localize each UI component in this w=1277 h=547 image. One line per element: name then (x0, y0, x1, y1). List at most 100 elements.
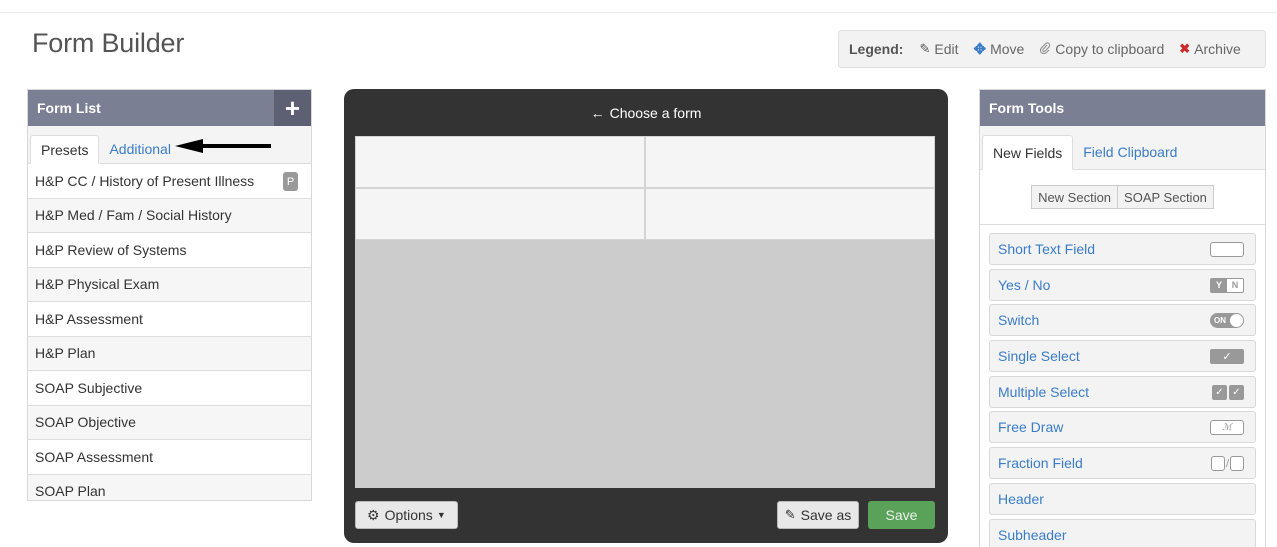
form-preview-area[interactable] (355, 136, 935, 488)
field-label: Subheader (998, 526, 1067, 543)
caret-down-icon: ▼ (436, 510, 446, 520)
page-title: Form Builder (32, 28, 185, 58)
check-glyph: ✓ (1229, 384, 1244, 400)
scribble-glyph: ℳ (1210, 420, 1244, 436)
preview-cell (645, 188, 935, 240)
form-list-item[interactable]: SOAP Assessment (28, 440, 311, 475)
arrow-left-icon: ← (590, 104, 605, 121)
new-section-button[interactable]: New Section (1031, 185, 1119, 209)
legend-edit-label: Edit (934, 41, 959, 57)
form-list-item-label: H&P CC / History of Present Illness (35, 172, 255, 189)
form-list-title: Form List (37, 100, 101, 116)
field-type-list: Short Text Field Yes / No YN Switch ON S… (980, 225, 1265, 547)
multiple-select-icon: ✓ ✓ (1212, 384, 1244, 400)
form-list-item[interactable]: H&P Assessment (28, 302, 311, 337)
add-form-button[interactable]: + (274, 90, 311, 126)
form-list-item[interactable]: H&P Plan (28, 336, 311, 371)
save-button[interactable]: Save (868, 501, 935, 529)
field-single-select[interactable]: Single Select ✓ (989, 340, 1256, 373)
field-switch[interactable]: Switch ON (989, 304, 1256, 337)
text-field-icon (1210, 242, 1244, 257)
section-button-group: New Section SOAP Section (1031, 185, 1214, 209)
legend-item-edit: ✎ Edit (919, 41, 958, 57)
tab-new-fields[interactable]: New Fields (982, 135, 1074, 170)
single-select-icon: ✓ (1210, 349, 1244, 365)
legend-item-copy: Copy to clipboard (1039, 41, 1164, 57)
save-as-label: Save as (800, 507, 852, 523)
yes-glyph: Y (1211, 278, 1227, 292)
legend-archive-label: Archive (1194, 41, 1241, 57)
form-list-item-label: SOAP Subjective (35, 379, 143, 396)
preview-cell (355, 136, 645, 188)
field-multiple-select[interactable]: Multiple Select ✓ ✓ (989, 375, 1256, 408)
field-short-text[interactable]: Short Text Field (989, 233, 1256, 265)
field-label: Fraction Field (998, 455, 1083, 472)
form-list-item-label: H&P Review of Systems (35, 241, 187, 258)
left-arrow-annotation-icon (175, 139, 271, 153)
yes-no-icon: YN (1210, 277, 1244, 293)
canvas-toolbar: ⚙ Options ▼ ✎ Save as Save (355, 501, 935, 529)
form-list-item[interactable]: SOAP Plan (28, 474, 311, 500)
field-yes-no[interactable]: Yes / No YN (989, 268, 1256, 301)
form-list-item[interactable]: SOAP Objective (28, 405, 311, 440)
form-list-item[interactable]: H&P Med / Fam / Social History (28, 198, 311, 233)
preview-cell (355, 188, 645, 240)
switch-icon: ON (1210, 313, 1244, 329)
check-glyph: ✓ (1210, 349, 1244, 365)
field-label: Free Draw (998, 419, 1064, 436)
options-button[interactable]: ⚙ Options ▼ (355, 501, 458, 529)
fraction-icon: / (1210, 456, 1244, 472)
form-list-item-label: H&P Plan (35, 345, 96, 362)
options-label: Options (384, 507, 433, 523)
form-list-item[interactable]: H&P CC / History of Present Illness P (28, 164, 311, 199)
soap-section-button[interactable]: SOAP Section (1118, 185, 1214, 209)
section-buttons-row: New Section SOAP Section (980, 170, 1265, 225)
form-tools-panel: Form Tools New Fields Field Clipboard Ne… (979, 89, 1266, 547)
field-free-draw[interactable]: Free Draw ℳ (989, 411, 1256, 444)
form-list-item-label: SOAP Assessment (35, 448, 154, 465)
form-canvas: ← Choose a form ⚙ Options ▼ ✎ Save as Sa… (344, 89, 948, 543)
form-list-item-label: SOAP Objective (35, 414, 136, 431)
legend-copy-label: Copy to clipboard (1055, 41, 1165, 57)
tab-additional[interactable]: Additional (99, 134, 181, 163)
form-list-item-label: H&P Med / Fam / Social History (35, 207, 232, 224)
preset-badge: P (283, 172, 298, 191)
pencil-icon: ✎ (784, 507, 796, 522)
form-tools-title: Form Tools (989, 100, 1065, 116)
tab-presets[interactable]: Presets (30, 135, 100, 164)
field-fraction[interactable]: Fraction Field / (989, 447, 1256, 480)
no-glyph: N (1227, 278, 1243, 292)
legend-item-archive: ✖ Archive (1179, 41, 1241, 57)
form-list-tabs: Presets Additional (28, 126, 311, 164)
form-list-item-label: SOAP Plan (35, 483, 106, 500)
check-glyph: ✓ (1212, 384, 1227, 400)
field-label: Header (998, 490, 1044, 507)
tab-field-clipboard[interactable]: Field Clipboard (1073, 134, 1187, 169)
field-label: Multiple Select (998, 383, 1090, 400)
form-list-item[interactable]: H&P Physical Exam (28, 267, 311, 302)
field-header[interactable]: Header (989, 482, 1256, 515)
form-list-item-label: H&P Physical Exam (35, 276, 160, 293)
gear-icon: ⚙ (367, 506, 380, 523)
legend-item-move: ✥ Move (973, 40, 1024, 58)
form-list-item[interactable]: SOAP Subjective (28, 371, 311, 406)
form-tools-header: Form Tools (980, 90, 1265, 126)
field-label: Yes / No (998, 276, 1051, 293)
legend-label: Legend: (849, 41, 904, 57)
form-list-panel: Form List + Presets Additional H&P CC / … (27, 89, 312, 501)
form-list-item[interactable]: H&P Review of Systems (28, 233, 311, 268)
paperclip-icon (1039, 41, 1051, 57)
canvas-title: Choose a form (609, 104, 702, 121)
archive-x-icon: ✖ (1179, 41, 1191, 56)
legend-move-label: Move (990, 41, 1025, 57)
fraction-slash: / (1225, 457, 1229, 470)
switch-on-text: ON (1214, 316, 1226, 326)
field-subheader[interactable]: Subheader (989, 518, 1256, 547)
save-as-button[interactable]: ✎ Save as (777, 501, 859, 529)
pencil-icon: ✎ (919, 41, 931, 56)
form-list-item-label: H&P Assessment (35, 310, 143, 327)
form-tools-tabs: New Fields Field Clipboard (980, 126, 1265, 170)
preview-cell (645, 136, 935, 188)
legend: Legend: ✎ Edit ✥ Move Copy to clipboard ✖ A… (838, 30, 1266, 68)
move-icon: ✥ (973, 41, 987, 58)
